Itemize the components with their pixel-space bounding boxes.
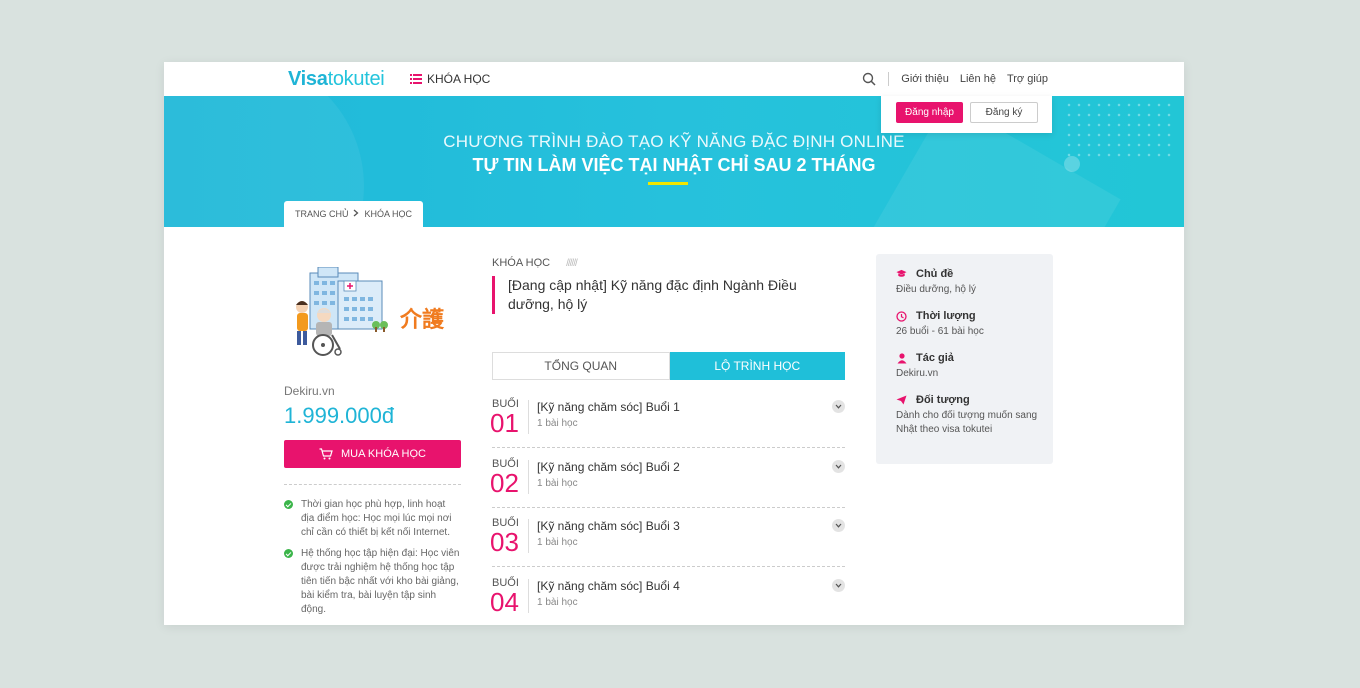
search-icon[interactable] bbox=[862, 72, 876, 86]
info-duration-value: 26 buổi - 61 bài học bbox=[896, 326, 984, 337]
breadcrumb: TRANG CHỦ KHÓA HỌC bbox=[284, 201, 423, 227]
paper-plane-icon bbox=[896, 395, 907, 406]
top-nav: Giới thiệu Liên hệ Trợ giúp bbox=[862, 72, 1048, 86]
benefit-item: Hệ thống học tập hiện đại: Học viên được… bbox=[284, 547, 461, 617]
course-info-box: Chủ đề Điều dưỡng, hộ lý Thời lượng 26 b… bbox=[876, 254, 1053, 464]
clock-icon bbox=[896, 310, 907, 322]
benefit-item: Thời gian học phù hợp, linh hoạt địa điể… bbox=[284, 498, 461, 540]
info-duration-label: Thời lượng bbox=[916, 310, 976, 322]
courses-menu-button[interactable]: KHÓA HỌC bbox=[410, 72, 490, 86]
section-label-text: KHÓA HỌC bbox=[492, 257, 551, 269]
benefit-text: Hệ thống học tập hiện đại: Học viên được… bbox=[301, 548, 460, 615]
nav-link-contact[interactable]: Liên hệ bbox=[960, 73, 996, 85]
info-author-value: Dekiru.vn bbox=[896, 368, 939, 379]
cart-icon bbox=[319, 448, 333, 460]
graduation-cap-icon bbox=[896, 269, 907, 280]
divider bbox=[284, 484, 461, 485]
banner-underline bbox=[648, 182, 688, 185]
benefit-text: Thời gian học phù hợp, linh hoạt địa điể… bbox=[301, 499, 452, 538]
info-author-label: Tác giả bbox=[916, 352, 954, 364]
nav-divider bbox=[888, 72, 890, 86]
nav-link-help[interactable]: Trợ giúp bbox=[1007, 73, 1048, 85]
auth-box: Đăng nhập Đăng ký bbox=[881, 96, 1052, 133]
chevron-right-icon bbox=[353, 209, 359, 219]
chevron-down-icon[interactable] bbox=[832, 400, 845, 413]
buy-course-label: MUA KHÓA HỌC bbox=[341, 448, 426, 460]
info-topic: Chủ đề Điều dưỡng, hộ lý bbox=[896, 268, 1046, 297]
user-icon bbox=[896, 352, 907, 364]
lesson-divider bbox=[528, 400, 529, 434]
chevron-down-icon[interactable] bbox=[832, 579, 845, 592]
tab-overview[interactable]: TỔNG QUAN bbox=[492, 352, 670, 380]
lesson-title[interactable]: [Kỹ năng chăm sóc] Buổi 4 bbox=[537, 579, 680, 593]
lesson-number: 02 bbox=[490, 468, 519, 498]
browser-frame: Visatokutei KHÓA HỌC Giới thiệu Liên hệ … bbox=[164, 62, 1184, 625]
section-hatch: ////// bbox=[566, 257, 578, 269]
login-button[interactable]: Đăng nhập bbox=[896, 102, 963, 123]
check-icon bbox=[284, 549, 293, 558]
lesson-row[interactable]: BUỔI 04 [Kỹ năng chăm sóc] Buổi 4 1 bài … bbox=[490, 573, 845, 625]
info-topic-value: Điều dưỡng, hộ lý bbox=[896, 284, 976, 295]
chevron-down-icon[interactable] bbox=[832, 460, 845, 473]
banner-title: TỰ TIN LÀM VIỆC TẠI NHẬT CHỈ SAU 2 THÁNG bbox=[472, 155, 876, 175]
info-audience-value: Dành cho đối tượng muốn sang Nhật theo v… bbox=[896, 410, 1038, 435]
list-icon bbox=[410, 74, 422, 84]
lesson-number: 01 bbox=[490, 408, 519, 438]
lesson-number: 04 bbox=[490, 587, 519, 617]
lesson-count: 1 bài học bbox=[537, 418, 578, 429]
info-audience: Đối tượng Dành cho đối tượng muốn sang N… bbox=[896, 394, 1046, 437]
check-icon bbox=[284, 500, 293, 509]
course-tabs: TỔNG QUAN LỘ TRÌNH HỌC bbox=[492, 352, 845, 380]
section-label: KHÓA HỌC ////// bbox=[492, 257, 578, 269]
course-title: [Đang cập nhật] Kỹ năng đặc định Ngành Đ… bbox=[492, 276, 846, 314]
logo-text-tokutei: tokutei bbox=[327, 68, 385, 90]
lesson-row[interactable]: BUỔI 03 [Kỹ năng chăm sóc] Buổi 3 1 bài … bbox=[490, 513, 845, 567]
courses-menu-label: KHÓA HỌC bbox=[427, 72, 491, 86]
breadcrumb-current: KHÓA HỌC bbox=[364, 209, 412, 219]
info-duration: Thời lượng 26 buổi - 61 bài học bbox=[896, 310, 1046, 339]
lesson-count: 1 bài học bbox=[537, 478, 578, 489]
lesson-row[interactable]: BUỔI 01 [Kỹ năng chăm sóc] Buổi 1 1 bài … bbox=[490, 394, 845, 448]
register-button[interactable]: Đăng ký bbox=[970, 102, 1038, 123]
lesson-divider bbox=[528, 579, 529, 613]
info-topic-label: Chủ đề bbox=[916, 268, 954, 280]
site-logo[interactable]: Visatokutei bbox=[288, 68, 385, 91]
info-audience-label: Đối tượng bbox=[916, 394, 970, 406]
banner-subtitle: CHƯƠNG TRÌNH ĐÀO TẠO KỸ NĂNG ĐẶC ĐỊNH ON… bbox=[443, 132, 905, 151]
nav-link-about[interactable]: Giới thiệu bbox=[901, 73, 949, 85]
lesson-title[interactable]: [Kỹ năng chăm sóc] Buổi 1 bbox=[537, 400, 680, 414]
lesson-title[interactable]: [Kỹ năng chăm sóc] Buổi 3 bbox=[537, 519, 680, 533]
buy-course-button[interactable]: MUA KHÓA HỌC bbox=[284, 440, 461, 468]
tab-curriculum[interactable]: LỘ TRÌNH HỌC bbox=[669, 352, 845, 380]
lesson-title[interactable]: [Kỹ năng chăm sóc] Buổi 2 bbox=[537, 460, 680, 474]
course-price: 1.999.000đ bbox=[284, 403, 395, 428]
lesson-row[interactable]: BUỔI 02 [Kỹ năng chăm sóc] Buổi 2 1 bài … bbox=[490, 454, 845, 508]
course-provider: Dekiru.vn bbox=[284, 384, 335, 398]
logo-text-visa: Visa bbox=[288, 68, 328, 90]
lesson-divider bbox=[528, 519, 529, 553]
illustration-kanji: 介護 bbox=[399, 307, 445, 333]
lesson-number: 03 bbox=[490, 527, 519, 557]
lesson-divider bbox=[528, 460, 529, 494]
breadcrumb-home[interactable]: TRANG CHỦ bbox=[295, 209, 349, 219]
lesson-count: 1 bài học bbox=[537, 597, 578, 608]
top-header: Visatokutei KHÓA HỌC Giới thiệu Liên hệ … bbox=[164, 62, 1184, 96]
lesson-count: 1 bài học bbox=[537, 537, 578, 548]
chevron-down-icon[interactable] bbox=[832, 519, 845, 532]
course-illustration: 介護 bbox=[288, 266, 452, 359]
info-author: Tác giả Dekiru.vn bbox=[896, 352, 1046, 381]
